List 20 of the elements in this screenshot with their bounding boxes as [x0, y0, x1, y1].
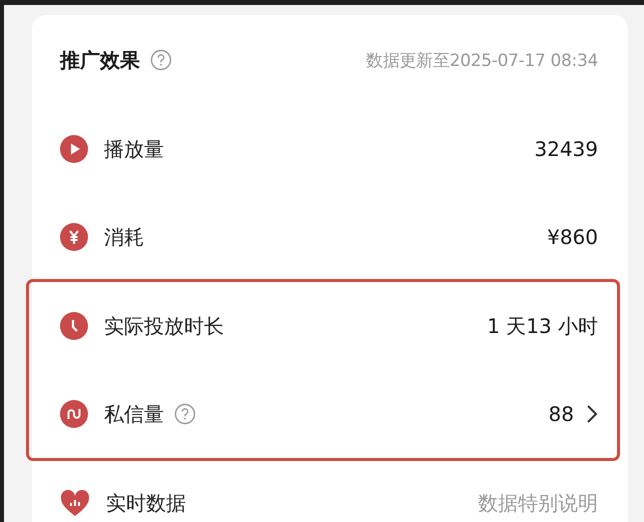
metric-value: ¥860 — [547, 225, 598, 249]
help-icon[interactable] — [150, 49, 172, 71]
yen-icon — [60, 223, 88, 251]
heart-icon — [60, 489, 90, 517]
clock-icon — [60, 312, 88, 340]
card-title: 推广效果 — [60, 46, 140, 74]
metric-value: 1 天13 小时 — [487, 312, 598, 340]
wave-icon — [60, 400, 88, 428]
metric-value: 32439 — [534, 137, 598, 161]
chevron-right-icon[interactable] — [586, 404, 598, 424]
help-icon[interactable] — [174, 403, 196, 425]
metric-value: 数据特别说明 — [478, 490, 598, 516]
metric-label: 实际投放时长 — [104, 312, 224, 340]
play-icon — [60, 135, 88, 163]
metric-label: 消耗 — [104, 224, 144, 250]
metric-label: 播放量 — [104, 136, 164, 162]
update-time: 数据更新至2025-07-17 08:34 — [366, 50, 598, 72]
metric-label: 私信量 — [104, 400, 164, 428]
metric-value[interactable]: 88 — [548, 402, 574, 426]
metric-label: 实时数据 — [106, 490, 186, 516]
